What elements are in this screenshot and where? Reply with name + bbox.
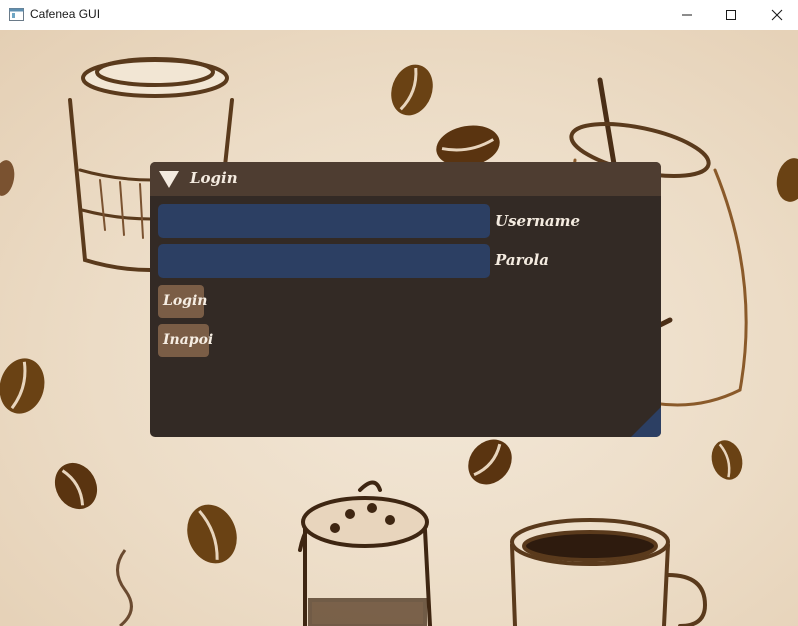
latte-glass-illustration — [298, 480, 432, 626]
steam-illustration — [116, 549, 133, 626]
minimize-button[interactable] — [664, 0, 710, 30]
back-button[interactable]: Inapoi — [158, 324, 213, 357]
maximize-icon — [726, 10, 736, 20]
login-header[interactable]: Login — [150, 162, 661, 196]
password-input[interactable] — [158, 244, 490, 278]
window-title: Cafenea GUI — [30, 7, 101, 21]
app-content: Login Username Parola Login Inapoi — [0, 30, 798, 626]
login-title: Login — [190, 169, 238, 187]
username-input[interactable] — [158, 204, 490, 238]
password-label: Parola — [495, 251, 549, 269]
close-icon — [771, 9, 783, 21]
close-button[interactable] — [754, 0, 798, 30]
login-dialog: Login Username Parola Login Inapoi — [150, 162, 661, 437]
coffee-mug-illustration — [510, 518, 708, 626]
triangle-down-icon[interactable] — [159, 171, 179, 188]
maximize-button[interactable] — [708, 0, 754, 30]
app-window-icon — [9, 8, 24, 21]
username-label: Username — [495, 212, 581, 230]
title-bar: Cafenea GUI — [0, 0, 798, 30]
login-button[interactable]: Login — [158, 285, 207, 318]
minimize-icon — [682, 14, 692, 16]
resize-grip-icon[interactable] — [631, 407, 661, 437]
